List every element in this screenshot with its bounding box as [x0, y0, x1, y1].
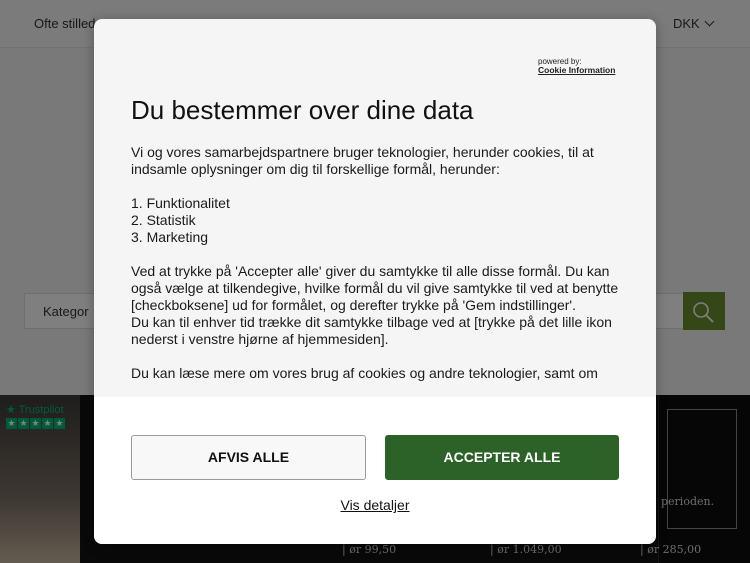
purpose-list: 1. Funktionalitet 2. Statistik 3. Market… [131, 195, 629, 246]
withdraw-explanation: Du kan til enhver tid trække dit samtykk… [131, 314, 612, 347]
purpose-item: 1. Funktionalitet [131, 195, 230, 211]
purpose-item: 2. Statistik [131, 212, 196, 228]
cookie-consent-dialog: powered by: Cookie Information Du bestem… [94, 19, 656, 544]
purpose-item: 3. Marketing [131, 229, 209, 245]
cookie-information-link[interactable]: Cookie Information [538, 66, 615, 75]
accept-all-button[interactable]: ACCEPTER ALLE [385, 435, 619, 480]
consent-explanation: Ved at trykke på 'Accepter alle' giver d… [131, 263, 619, 313]
consent-content[interactable]: powered by: Cookie Information Du bestem… [94, 19, 656, 397]
powered-by: powered by: Cookie Information [538, 57, 615, 75]
consent-title: Du bestemmer over dine data [131, 95, 474, 125]
show-details-link[interactable]: Vis detaljer [94, 497, 656, 513]
reject-all-button[interactable]: AFVIS ALLE [131, 435, 366, 480]
consent-footer: AFVIS ALLE ACCEPTER ALLE Vis detaljer [94, 397, 656, 544]
more-info-text: Du kan læse mere om vores brug af cookie… [131, 365, 598, 381]
consent-intro: Vi og vores samarbejdspartnere bruger te… [131, 144, 594, 177]
consent-body: Vi og vores samarbejdspartnere bruger te… [131, 144, 629, 397]
